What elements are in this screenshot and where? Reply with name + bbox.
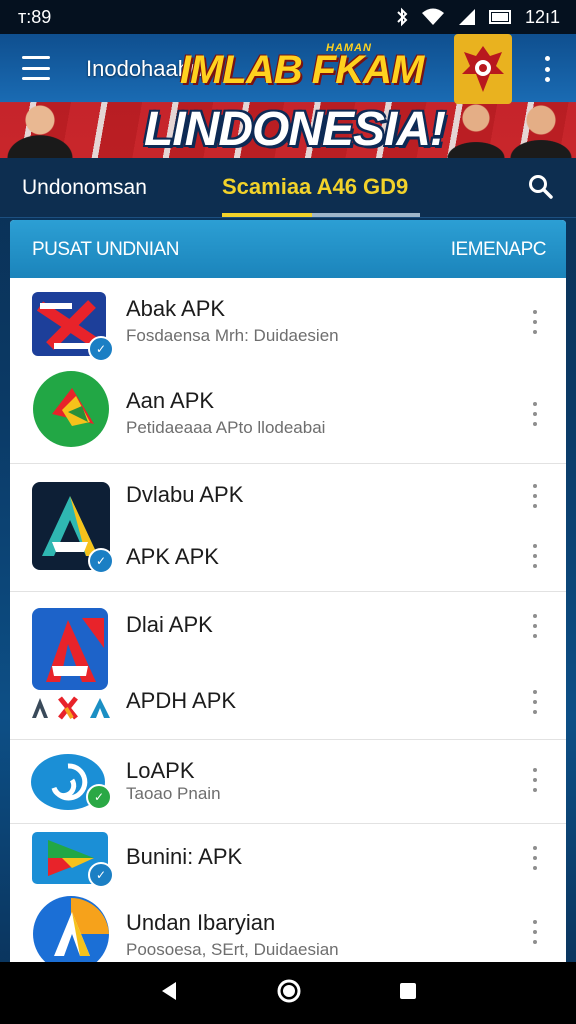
status-time: ᴛ:89 [18,6,52,27]
more-options-icon[interactable] [530,690,540,714]
tab-undonomsan[interactable]: Undonomsan [22,176,147,200]
status-clock: 12ı1 [524,6,560,27]
divider [10,823,566,824]
app-title-dvlabu[interactable]: Dvlabu APK [126,482,243,508]
bluetooth-icon [397,7,408,27]
recents-icon[interactable] [398,981,418,1006]
badge-icon: ✓ [88,548,114,574]
search-icon[interactable] [528,174,554,205]
overflow-menu-icon[interactable] [542,56,552,82]
app-title-aan[interactable]: Aan APK [126,388,214,414]
more-options-icon[interactable] [530,310,540,334]
battery-icon [488,10,511,24]
mini-app-icons [30,694,114,722]
banner-person-left [0,102,120,158]
tab-indicator [222,213,420,217]
app-title-bunini[interactable]: Bunini: APK [126,844,242,870]
app-title-apk[interactable]: APK APK [126,544,219,570]
card-header-action[interactable]: IEMENAPC [451,239,547,261]
status-bar: ᴛ:89 12ı1 [0,0,576,34]
more-options-icon[interactable] [530,768,540,792]
more-options-icon[interactable] [530,920,540,944]
banner-people-right [446,102,576,158]
system-nav-bar [0,962,576,1024]
more-options-icon[interactable] [530,614,540,638]
app-title-loapk[interactable]: LoAPK [126,758,195,784]
more-options-icon[interactable] [530,484,540,508]
app-title-dlai[interactable]: Dlai APK [126,612,213,638]
app-icon-undan[interactable] [32,894,110,964]
app-subtitle-abak: Fosdaensa Mrh: Duidaesien [126,326,339,345]
more-options-icon[interactable] [530,846,540,870]
card-header: PUSAT UNDNIAN IEMENAPC [10,220,566,278]
app-subtitle-aan: Petidaeaaa APto llodeabai [126,418,326,437]
banner-headline: IMLAB FKAM [180,48,424,92]
back-icon[interactable] [158,980,180,1007]
badge-icon: ✓ [88,336,114,362]
app-title-apdh[interactable]: APDH APK [126,688,236,714]
app-icon-dlai[interactable] [32,608,108,690]
app-subtitle-loapk: Taoao Pnain [126,784,221,803]
more-options-icon[interactable] [530,544,540,568]
garuda-emblem-icon [454,34,512,104]
app-list-card: PUSAT UNDNIAN IEMENAPC ✓ Abak APK Fosdae… [10,220,566,964]
more-options-icon[interactable] [530,402,540,426]
divider [10,591,566,592]
status-icons: 12ı1 [395,7,560,28]
divider [10,739,566,740]
home-icon[interactable] [276,978,302,1009]
app-title-undan[interactable]: Undan Ibaryian [126,910,275,936]
app-title-abak[interactable]: Abak APK [126,296,225,322]
signal-icon [458,9,475,25]
app-subtitle-undan: Poosoesa, SErt, Duidaesian [126,940,339,959]
badge-icon: ✓ [88,862,114,888]
tab-scamiaa[interactable]: Scamiaa A46 GD9 [222,174,408,200]
app-icon-aan[interactable] [32,370,110,448]
divider [10,463,566,464]
tab-bar: Undonomsan Scamiaa A46 GD9 [0,158,576,218]
card-header-title: PUSAT UNDNIAN [32,239,179,260]
wifi-icon [421,8,444,25]
badge-icon: ✓ [86,784,112,810]
hamburger-menu-icon[interactable] [22,56,50,80]
app-bar: Inodohaahn HAMAN IMLAB FKAM LINDONESIA! [0,34,576,158]
banner-title: LINDONESIA! [144,103,446,156]
